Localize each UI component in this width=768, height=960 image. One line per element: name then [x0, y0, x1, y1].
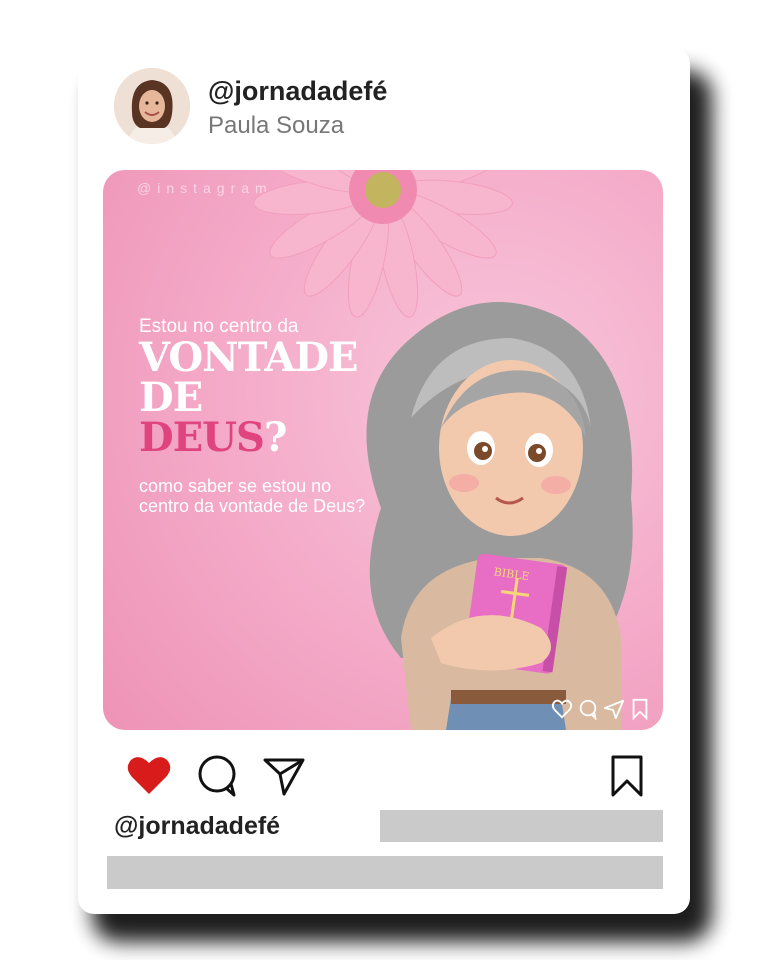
like-button[interactable] [126, 754, 172, 801]
comment-icon [579, 699, 597, 720]
comment-icon [198, 755, 236, 797]
heart-filled-icon [127, 757, 171, 794]
profile-handle[interactable]: @jornadadefé [208, 76, 387, 107]
headline-line-3: DEUS [139, 414, 265, 461]
post-actions-bar [126, 754, 646, 800]
bookmark-icon [632, 698, 648, 720]
post-mini-icons [551, 698, 651, 720]
profile-name: Paula Souza [208, 112, 345, 139]
bookmark-icon [611, 755, 643, 797]
post-header: @jornadadefé Paula Souza [114, 68, 654, 146]
share-icon [603, 699, 625, 720]
save-button[interactable] [610, 754, 644, 803]
heart-outline-icon [551, 699, 573, 719]
girl-with-bible-illustration: BIBLE [366, 302, 633, 730]
caption-placeholder-bar [380, 810, 663, 842]
comment-button[interactable] [196, 754, 240, 803]
avatar[interactable] [114, 68, 190, 144]
caption-handle[interactable]: @jornadadefé [114, 812, 280, 841]
share-button[interactable] [262, 754, 306, 803]
comments-placeholder-bar [107, 856, 663, 889]
post-image[interactable]: @instagram Estou no centro da VONTADE DE… [103, 170, 663, 730]
instagram-post-card: @jornadadefé Paula Souza @instagram Esto… [78, 48, 690, 914]
send-icon [263, 758, 305, 796]
headline-question-mark: ? [263, 414, 287, 461]
